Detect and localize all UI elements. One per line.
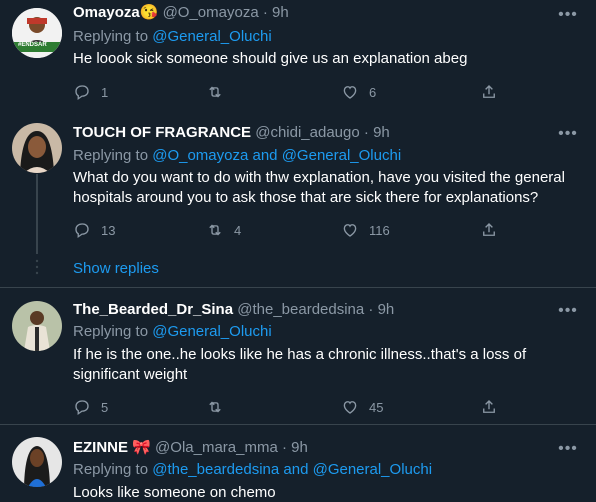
retweet-icon <box>209 401 221 413</box>
tweet-1[interactable]: #ENDSAR Omayoza😘 @O_omayoza · 9h ••• Rep… <box>0 0 596 105</box>
tweet-text: If he is the one..he looks like he has a… <box>73 346 527 383</box>
like-button[interactable]: 116 <box>341 220 390 240</box>
display-name[interactable]: EZINNE <box>73 439 128 456</box>
replying-target-link-2[interactable]: @General_Oluchi <box>313 461 432 478</box>
tweet-header: EZINNE 🎀 @Ola_mara_mma · 9h <box>73 438 308 458</box>
replying-target-link[interactable]: @the_beardedsina <box>152 461 279 478</box>
like-button[interactable]: 45 <box>341 397 383 417</box>
tweet-text: What do you want to do with thw explanat… <box>73 169 565 206</box>
avatar[interactable] <box>12 123 62 173</box>
replying-to: Replying to @O_omayoza and @General_Oluc… <box>73 146 401 166</box>
share-button[interactable] <box>480 397 498 417</box>
timestamp[interactable]: 9h <box>272 4 289 21</box>
replying-target-link[interactable]: @O_omayoza <box>152 147 248 164</box>
timestamp[interactable]: 9h <box>291 439 308 456</box>
tweet-4[interactable]: EZINNE 🎀 @Ola_mara_mma · 9h ••• Replying… <box>0 425 596 502</box>
display-name[interactable]: TOUCH OF FRAGRANCE <box>73 124 251 141</box>
like-button[interactable]: 6 <box>341 82 376 102</box>
separator-dot: · <box>363 124 369 141</box>
replying-prefix: Replying to <box>73 147 149 164</box>
share-icon <box>483 85 495 98</box>
like-count: 116 <box>369 222 390 238</box>
more-icon[interactable]: ••• <box>558 303 578 324</box>
user-handle[interactable]: @chidi_adaugo <box>255 124 359 141</box>
retweet-button[interactable]: 4 <box>206 220 241 240</box>
tweet-header: The_Bearded_Dr_Sina @the_beardedsina · 9… <box>73 300 394 320</box>
replying-prefix: Replying to <box>73 323 149 340</box>
more-icon[interactable]: ••• <box>558 7 578 28</box>
name-emoji: 🎀 <box>132 439 151 456</box>
tweet-header: Omayoza😘 @O_omayoza · 9h <box>73 3 289 23</box>
action-bar: 5 45 <box>73 397 503 417</box>
share-icon <box>483 400 495 413</box>
reply-count: 13 <box>101 222 116 238</box>
replying-and[interactable]: and <box>253 147 278 164</box>
more-icon[interactable]: ••• <box>558 441 578 462</box>
reply-button[interactable]: 13 <box>73 220 115 240</box>
replying-prefix: Replying to <box>73 28 149 45</box>
retweet-icon <box>209 86 221 98</box>
display-name[interactable]: Omayoza <box>73 4 140 21</box>
avatar[interactable] <box>12 437 62 487</box>
avatar-image <box>12 123 62 173</box>
action-bar: 1 6 <box>73 82 503 102</box>
replying-to: Replying to @the_beardedsina and @Genera… <box>73 460 432 480</box>
retweet-button[interactable] <box>206 82 234 102</box>
retweet-button[interactable] <box>206 397 234 417</box>
avatar-badge: #ENDSAR <box>18 42 47 48</box>
reply-icon <box>75 85 89 101</box>
avatar-image <box>12 437 62 487</box>
thread-continuation-dots <box>35 259 39 275</box>
display-name[interactable]: The_Bearded_Dr_Sina <box>73 301 233 318</box>
tweet-text: He loook sick someone should give us an … <box>73 50 468 67</box>
reply-button[interactable]: 1 <box>73 82 108 102</box>
user-handle[interactable]: @Ola_mara_mma <box>155 439 278 456</box>
replying-target-link[interactable]: @General_Oluchi <box>152 28 271 45</box>
user-handle[interactable]: @the_beardedsina <box>237 301 364 318</box>
replying-target-link[interactable]: @General_Oluchi <box>152 323 271 340</box>
share-button[interactable] <box>480 82 498 102</box>
user-handle[interactable]: @O_omayoza <box>163 4 259 21</box>
share-icon <box>483 223 495 236</box>
reply-count: 1 <box>101 84 109 100</box>
replying-prefix: Replying to <box>73 461 149 478</box>
separator-dot: · <box>262 4 268 21</box>
reply-icon <box>75 400 89 416</box>
retweet-icon <box>209 224 221 236</box>
avatar-image <box>12 301 62 351</box>
timestamp[interactable]: 9h <box>373 124 390 141</box>
like-icon <box>343 86 357 99</box>
share-button[interactable] <box>480 220 498 240</box>
reply-icon <box>75 223 89 239</box>
like-count: 6 <box>369 84 377 100</box>
avatar[interactable] <box>12 301 62 351</box>
retweet-count: 4 <box>234 222 242 238</box>
avatar-image <box>12 8 62 58</box>
replying-and[interactable]: and <box>283 461 308 478</box>
avatar[interactable]: #ENDSAR <box>12 8 62 58</box>
reply-button[interactable]: 5 <box>73 397 108 417</box>
separator-dot: · <box>281 439 287 456</box>
like-count: 45 <box>369 399 384 415</box>
like-icon <box>343 224 357 237</box>
more-icon[interactable]: ••• <box>558 126 578 147</box>
tweet-header: TOUCH OF FRAGRANCE @chidi_adaugo · 9h <box>73 123 390 143</box>
separator-dot: · <box>368 301 374 318</box>
timestamp[interactable]: 9h <box>378 301 395 318</box>
action-bar: 13 4 116 <box>73 220 503 240</box>
show-replies-link[interactable]: Show replies <box>73 259 159 279</box>
tweet-3[interactable]: The_Bearded_Dr_Sina @the_beardedsina · 9… <box>0 288 596 423</box>
replying-to: Replying to @General_Oluchi <box>73 27 272 47</box>
replying-target-link-2[interactable]: @General_Oluchi <box>282 147 401 164</box>
tweet-text: Looks like someone on chemo <box>73 484 276 501</box>
name-emoji: 😘 <box>139 4 159 21</box>
replying-to: Replying to @General_Oluchi <box>73 322 272 342</box>
reply-count: 5 <box>101 399 109 415</box>
like-icon <box>343 401 357 414</box>
